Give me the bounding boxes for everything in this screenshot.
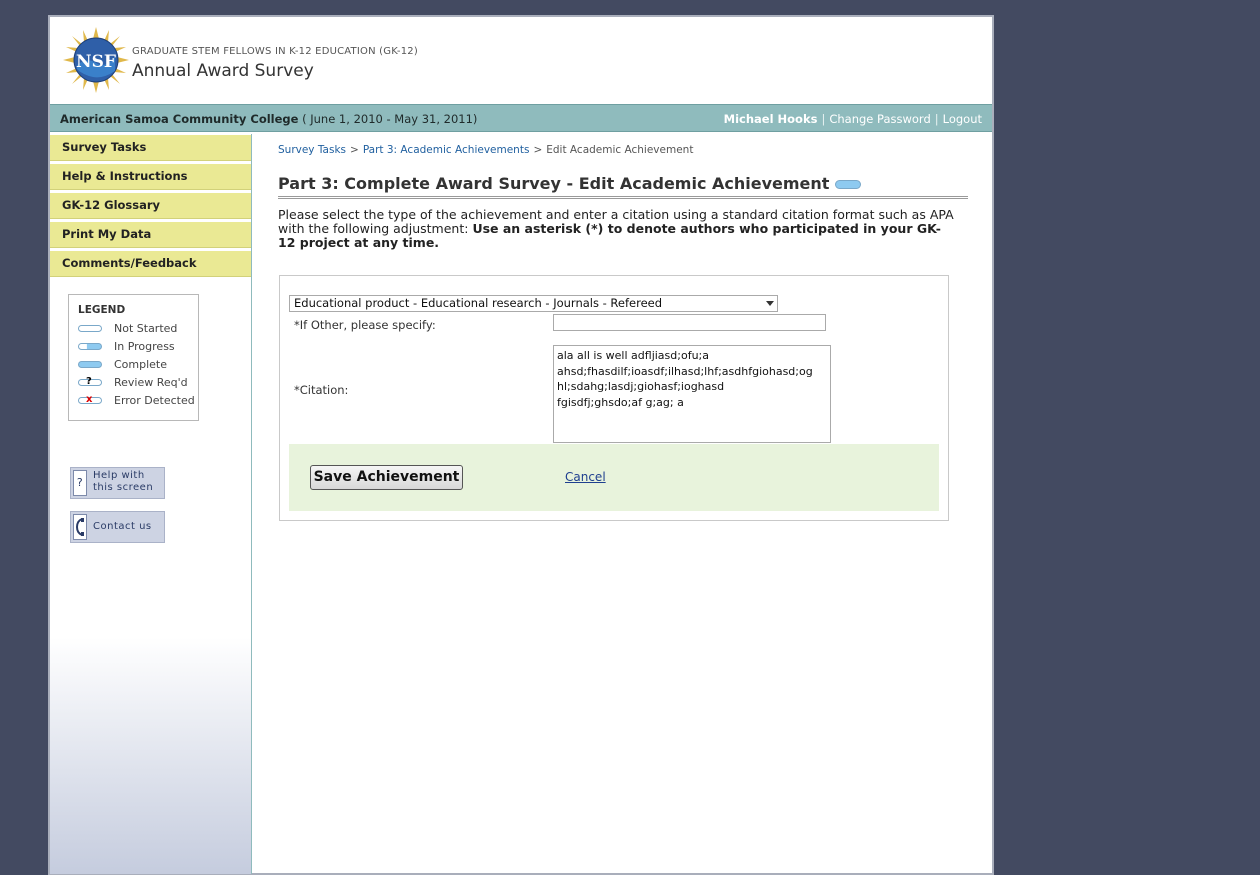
separator: | bbox=[934, 112, 939, 126]
nsf-logo: NSF bbox=[63, 27, 129, 93]
error-mark: x bbox=[86, 394, 93, 405]
help-with-screen-button[interactable]: ? Help with this screen bbox=[70, 467, 165, 499]
achievement-form: Educational product - Educational resear… bbox=[279, 275, 949, 521]
page-container: NSF GRADUATE STEM FELLOWS IN K-12 EDUCAT… bbox=[48, 15, 994, 875]
status-review-icon: ? bbox=[78, 376, 102, 387]
breadcrumb: Survey Tasks > Part 3: Academic Achievemen… bbox=[278, 144, 693, 156]
help-line-2: this screen bbox=[93, 482, 154, 493]
nav-survey-tasks[interactable]: Survey Tasks bbox=[50, 135, 251, 161]
achievement-type-value: Educational product - Educational resear… bbox=[294, 296, 663, 310]
achievement-type-select[interactable]: Educational product - Educational resear… bbox=[289, 295, 778, 312]
phone-icon bbox=[73, 514, 87, 540]
change-password-link[interactable]: Change Password bbox=[829, 112, 930, 126]
action-bar: Save Achievement Cancel bbox=[289, 444, 939, 511]
nav-comments-feedback[interactable]: Comments/Feedback bbox=[50, 251, 251, 277]
legend-title: LEGEND bbox=[78, 304, 126, 316]
legend-label: Complete bbox=[114, 358, 168, 371]
status-error-icon: x bbox=[78, 394, 102, 405]
page-title: Part 3: Complete Award Survey - Edit Aca… bbox=[278, 174, 968, 199]
breadcrumb-academic-achievements[interactable]: Part 3: Academic Achievements bbox=[363, 144, 530, 156]
header: NSF GRADUATE STEM FELLOWS IN K-12 EDUCAT… bbox=[50, 17, 992, 103]
question-icon: ? bbox=[73, 470, 87, 496]
nav-help-instructions[interactable]: Help & Instructions bbox=[50, 164, 251, 190]
other-input[interactable] bbox=[553, 314, 826, 331]
nav-glossary[interactable]: GK-12 Glossary bbox=[50, 193, 251, 219]
legend: LEGEND Not Started In Progress Complete … bbox=[68, 294, 199, 421]
citation-label: *Citation: bbox=[294, 383, 349, 397]
app-title: Annual Award Survey bbox=[132, 61, 314, 81]
breadcrumb-sep: > bbox=[350, 144, 359, 156]
legend-label: Not Started bbox=[114, 322, 178, 335]
user-name: Michael Hooks bbox=[723, 112, 818, 126]
help-label: Help with this screen bbox=[93, 470, 153, 494]
separator: | bbox=[821, 112, 826, 126]
legend-label: Error Detected bbox=[114, 394, 195, 407]
status-complete-icon bbox=[835, 180, 862, 189]
program-name: GRADUATE STEM FELLOWS IN K-12 EDUCATION … bbox=[132, 46, 418, 57]
citation-textarea[interactable]: ala all is well adfljiasd;ofu;a ahsd;fha… bbox=[553, 345, 831, 443]
chevron-down-icon bbox=[766, 301, 774, 306]
breadcrumb-current: Edit Academic Achievement bbox=[546, 144, 694, 156]
save-achievement-button[interactable]: Save Achievement bbox=[310, 465, 463, 490]
logout-link[interactable]: Logout bbox=[943, 112, 982, 126]
status-not-started-icon bbox=[78, 325, 102, 332]
contact-label: Contact us bbox=[93, 521, 152, 532]
institution-info: American Samoa Community College ( June … bbox=[60, 105, 477, 133]
nav-print-my-data[interactable]: Print My Data bbox=[50, 222, 251, 248]
other-label: *If Other, please specify: bbox=[294, 318, 436, 332]
institution-name: American Samoa Community College bbox=[60, 112, 299, 126]
page-title-text: Part 3: Complete Award Survey - Edit Aca… bbox=[278, 174, 830, 193]
status-complete-icon bbox=[78, 361, 102, 368]
contact-us-button[interactable]: Contact us bbox=[70, 511, 165, 543]
breadcrumb-sep: > bbox=[533, 144, 543, 156]
cancel-link[interactable]: Cancel bbox=[565, 470, 606, 484]
instructions: Please select the type of the achievemen… bbox=[278, 208, 958, 250]
breadcrumb-survey-tasks[interactable]: Survey Tasks bbox=[278, 144, 346, 156]
logo-text: NSF bbox=[76, 52, 116, 72]
user-links: Michael Hooks | Change Password | Logout bbox=[724, 105, 982, 133]
sidebar: Survey Tasks Help & Instructions GK-12 G… bbox=[50, 134, 252, 874]
legend-label: Review Req'd bbox=[114, 376, 188, 389]
review-mark: ? bbox=[86, 376, 92, 387]
award-period: ( June 1, 2010 - May 31, 2011) bbox=[302, 112, 478, 126]
status-in-progress-icon bbox=[78, 343, 102, 350]
info-bar: American Samoa Community College ( June … bbox=[50, 104, 992, 132]
legend-label: In Progress bbox=[114, 340, 175, 353]
help-line-1: Help with bbox=[93, 470, 145, 481]
